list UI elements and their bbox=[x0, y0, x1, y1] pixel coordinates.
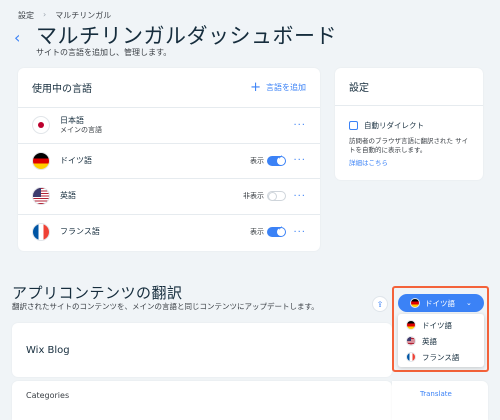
auto-redirect-label: 自動リダイレクト bbox=[364, 121, 424, 130]
language-dropdown-menu: ドイツ語 英語 フランス語 bbox=[398, 314, 484, 367]
add-language-label: 言語を追加 bbox=[266, 83, 306, 92]
settings-card-title: 設定 bbox=[349, 83, 369, 94]
dropdown-option-german[interactable]: ドイツ語 bbox=[398, 317, 484, 333]
visibility-toggle[interactable] bbox=[267, 191, 286, 202]
categories-label: Categories bbox=[26, 391, 70, 400]
visibility-toggle[interactable] bbox=[267, 225, 286, 238]
language-name: ドイツ語 bbox=[60, 155, 92, 165]
more-actions-button[interactable]: ··· bbox=[293, 120, 306, 131]
categories-row-end bbox=[392, 381, 488, 420]
visibility-status: 表示 bbox=[250, 156, 264, 165]
japan-flag-icon bbox=[32, 116, 50, 135]
france-flag-icon bbox=[32, 223, 50, 242]
language-dropdown-button[interactable]: ドイツ語 ⌄ bbox=[398, 294, 484, 312]
us-flag-icon bbox=[406, 336, 416, 346]
translate-link[interactable]: Translate bbox=[420, 390, 452, 398]
language-name: フランス語 bbox=[60, 227, 100, 237]
page-title: マルチリンガルダッシュボード bbox=[36, 24, 337, 48]
auto-redirect-description: 訪問者のブラウザ言語に翻訳された サイトを自動的に表示します。 bbox=[349, 137, 469, 154]
languages-card: 使用中の言語 + 言語を追加 日本語 メインの言語 ··· ドイツ語 表示 ··… bbox=[18, 68, 320, 251]
language-row-german: ドイツ語 表示 ··· bbox=[18, 144, 320, 179]
section-subtitle: 翻訳されたサイトのコンテンツを、メインの言語と同じコンテンツにアップデートします… bbox=[12, 302, 319, 311]
germany-flag-icon bbox=[32, 151, 50, 170]
visibility-toggle[interactable] bbox=[267, 154, 286, 166]
learn-more-link[interactable]: 詳細はこちら bbox=[349, 157, 469, 167]
germany-flag-icon bbox=[406, 320, 416, 330]
breadcrumb-root[interactable]: 設定 bbox=[18, 10, 34, 21]
section-title: アプリコンテンツの翻訳 bbox=[12, 284, 183, 302]
add-language-button[interactable]: + 言語を追加 bbox=[250, 81, 306, 94]
language-row-french: フランス語 表示 ··· bbox=[18, 215, 320, 251]
us-flag-icon bbox=[32, 187, 50, 206]
option-label: 英語 bbox=[422, 336, 437, 346]
option-label: フランス語 bbox=[422, 352, 460, 362]
more-actions-button[interactable]: ··· bbox=[293, 191, 306, 202]
upload-icon[interactable]: ⇪ bbox=[372, 296, 388, 312]
plus-icon: + bbox=[250, 80, 261, 95]
blog-card: Wix Blog bbox=[12, 323, 392, 377]
categories-row: Categories bbox=[12, 381, 392, 420]
chevron-left-icon[interactable]: ‹ bbox=[14, 28, 20, 47]
selected-language: ドイツ語 bbox=[425, 298, 455, 308]
language-name: 日本語 bbox=[60, 115, 84, 125]
visibility-status: 表示 bbox=[250, 228, 264, 237]
settings-card: 設定 自動リダイレクト 訪問者のブラウザ言語に翻訳された サイトを自動的に表示し… bbox=[335, 68, 483, 180]
visibility-status: 非表示 bbox=[243, 192, 264, 201]
chevron-down-icon: ⌄ bbox=[466, 299, 472, 307]
dropdown-option-french[interactable]: フランス語 bbox=[398, 349, 484, 365]
languages-card-title: 使用中の言語 bbox=[32, 84, 92, 95]
main-language-label: メインの言語 bbox=[60, 125, 102, 134]
more-actions-button[interactable]: ··· bbox=[293, 227, 306, 238]
option-label: ドイツ語 bbox=[422, 320, 452, 330]
language-row-english: 英語 非表示 ··· bbox=[18, 179, 320, 215]
france-flag-icon bbox=[406, 352, 416, 362]
more-actions-button[interactable]: ··· bbox=[293, 155, 306, 166]
dropdown-option-english[interactable]: 英語 bbox=[398, 333, 484, 349]
language-name: 英語 bbox=[60, 191, 76, 201]
germany-flag-icon bbox=[410, 298, 420, 308]
auto-redirect-checkbox[interactable] bbox=[349, 121, 358, 130]
page-subtitle: サイトの言語を追加し、管理します。 bbox=[36, 48, 172, 57]
blog-title: Wix Blog bbox=[26, 345, 70, 356]
language-row-japanese: 日本語 メインの言語 ··· bbox=[18, 108, 320, 144]
